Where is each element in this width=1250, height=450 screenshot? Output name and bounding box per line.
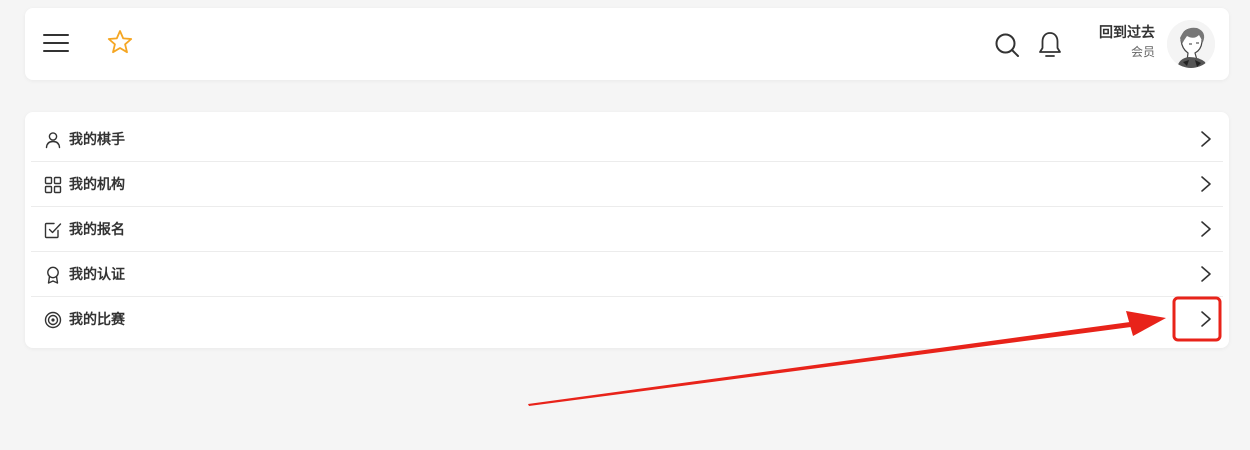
bell-icon <box>1039 32 1061 57</box>
menu-item-label: 我的认证 <box>69 267 125 283</box>
badge-icon <box>47 266 59 284</box>
top-bar: 回到过去 会员 <box>25 8 1229 80</box>
menu-item-matches[interactable]: 我的比赛 <box>31 297 1223 342</box>
star-icon <box>107 30 133 54</box>
hamburger-icon <box>43 34 69 52</box>
menu-item-label: 我的机构 <box>69 177 125 193</box>
search-icon <box>995 33 1019 57</box>
user-name: 回到过去 <box>1099 25 1155 41</box>
menu-item-organizations[interactable]: 我的机构 <box>31 162 1223 207</box>
menu-item-label: 我的报名 <box>69 222 125 238</box>
avatar[interactable] <box>1167 20 1215 68</box>
notifications-button[interactable] <box>1037 30 1063 60</box>
chevron-right-icon <box>1201 176 1211 192</box>
chevron-right-icon <box>1201 221 1211 237</box>
menu-item-players[interactable]: 我的棋手 <box>31 117 1223 162</box>
hamburger-menu-button[interactable] <box>43 32 69 54</box>
user-role: 会员 <box>1130 45 1155 59</box>
user-info[interactable]: 回到过去 会员 <box>1080 23 1155 61</box>
favorite-button[interactable] <box>107 29 133 55</box>
chevron-right-icon <box>1201 266 1211 282</box>
search-button[interactable] <box>993 31 1021 59</box>
grid-icon <box>44 176 62 194</box>
avatar-image <box>1167 20 1215 68</box>
menu-item-certifications[interactable]: 我的认证 <box>31 252 1223 297</box>
user-icon <box>45 132 61 149</box>
target-icon <box>44 311 62 329</box>
chevron-right-icon <box>1201 311 1211 327</box>
menu-item-registrations[interactable]: 我的报名 <box>31 207 1223 252</box>
menu-item-label: 我的比赛 <box>69 312 125 328</box>
my-menu-card: 我的棋手 我的机构 我的报名 我的认证 我的比赛 <box>25 112 1229 348</box>
menu-item-label: 我的棋手 <box>69 132 125 148</box>
chevron-right-icon <box>1201 131 1211 147</box>
checkbox-icon <box>44 222 62 239</box>
